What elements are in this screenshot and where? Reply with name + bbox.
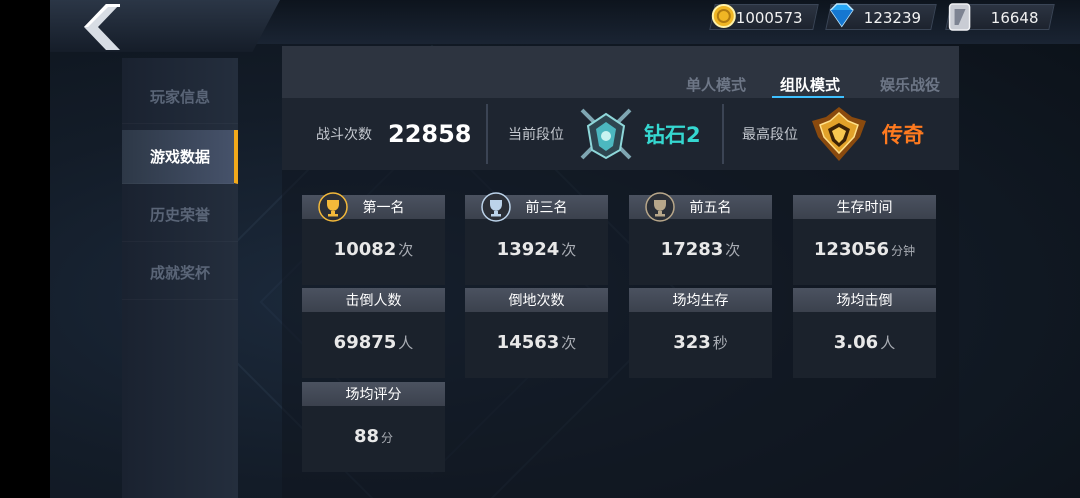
diamond-value: 123239 — [863, 9, 921, 27]
stat-card-downed-count: 倒地次数 14563 次 — [465, 288, 608, 378]
current-rank-label: 当前段位 — [508, 127, 564, 143]
sidebar-item-label: 游戏数据 — [150, 148, 211, 166]
stat-value: 17283 — [660, 239, 724, 260]
stat-value: 88 — [353, 426, 380, 447]
stat-unit: 次 — [561, 241, 577, 259]
stat-unit: 秒 — [712, 334, 728, 352]
current-rank: 当前段位 钻石2 — [508, 98, 701, 170]
battle-count-label: 战斗次数 — [316, 127, 372, 143]
stat-label: 第一名 — [362, 200, 405, 216]
tab-team-mode[interactable]: 组队模式 — [780, 74, 840, 95]
sidebar: 玩家信息 游戏数据 历史荣誉 成就奖杯 — [122, 58, 238, 498]
stat-card-header: 生存时间 — [793, 195, 936, 219]
stat-label: 场均击倒 — [836, 293, 893, 309]
diamond-icon — [825, 1, 859, 35]
stat-value: 3.06 — [833, 332, 879, 353]
gold-coin-value: 1000573 — [735, 9, 803, 27]
sidebar-item-history-honors[interactable]: 历史荣誉 — [122, 188, 238, 242]
diamond-rank-badge-icon — [580, 108, 632, 160]
stat-label: 场均评分 — [345, 387, 402, 403]
current-rank-value: 钻石2 — [644, 123, 701, 147]
stat-unit: 次 — [725, 241, 741, 259]
sidebar-item-game-data[interactable]: 游戏数据 — [122, 130, 238, 184]
sidebar-item-player-info[interactable]: 玩家信息 — [122, 70, 238, 124]
battle-count-value: 22858 — [388, 120, 472, 148]
stat-label: 前三名 — [525, 200, 568, 216]
tab-solo-mode[interactable]: 单人模式 — [686, 74, 746, 95]
highest-rank-value: 传奇 — [882, 123, 924, 147]
gold-coin-icon — [709, 1, 739, 35]
stat-card-header: 倒地次数 — [465, 288, 608, 312]
game-data-panel: 单人模式 组队模式 娱乐战役 战斗次数 22858 当前段位 钻石2 最高段位 — [282, 46, 959, 498]
sidebar-item-achievements[interactable]: 成就奖杯 — [122, 246, 238, 300]
stat-value: 14563 — [496, 332, 560, 353]
stat-value: 10082 — [333, 239, 397, 260]
silver-trophy-icon — [481, 192, 511, 222]
ticket-value: 16648 — [991, 9, 1039, 27]
mode-tabs: 单人模式 组队模式 娱乐战役 — [282, 46, 959, 99]
stat-unit: 人 — [880, 334, 896, 352]
stat-card-avg-knockdowns: 场均击倒 3.06 人 — [793, 288, 936, 378]
stat-card-header: 前五名 — [629, 192, 772, 222]
battle-count: 战斗次数 22858 — [316, 98, 472, 170]
stat-card-knockdowns: 击倒人数 69875 人 — [302, 288, 445, 378]
highest-rank-label: 最高段位 — [742, 127, 798, 143]
stat-value: 13924 — [496, 239, 560, 260]
stat-card-top-three: 前三名 13924 次 — [465, 192, 608, 285]
divider — [486, 104, 488, 164]
stat-value-row: 14563 次 — [465, 332, 608, 353]
stat-value: 69875 — [333, 332, 397, 353]
back-button[interactable] — [80, 2, 126, 52]
stat-value-row: 123056 分钟 — [793, 239, 936, 260]
stat-value-row: 323 秒 — [629, 332, 772, 353]
stat-unit: 分钟 — [891, 244, 916, 258]
legend-rank-badge-icon — [812, 107, 866, 161]
stat-card-header: 场均击倒 — [793, 288, 936, 312]
stat-value-row: 13924 次 — [465, 239, 608, 260]
stat-card-avg-survival: 场均生存 323 秒 — [629, 288, 772, 378]
highest-rank: 最高段位 传奇 — [742, 98, 924, 170]
stat-card-survival-time: 生存时间 123056 分钟 — [793, 195, 936, 285]
ticket-icon — [945, 1, 975, 37]
stat-unit: 分 — [381, 431, 394, 445]
ticket-counter[interactable]: 16648 — [945, 3, 1055, 31]
bronze-trophy-icon — [645, 192, 675, 222]
sidebar-item-label: 历史荣誉 — [150, 206, 211, 224]
stat-card-header: 场均生存 — [629, 288, 772, 312]
stat-label: 前五名 — [689, 200, 732, 216]
gold-trophy-icon — [318, 192, 348, 222]
stat-value-row: 88 分 — [302, 426, 445, 447]
stat-label: 倒地次数 — [508, 293, 565, 309]
stat-card-header: 第一名 — [302, 192, 445, 222]
tab-entertainment-battle[interactable]: 娱乐战役 — [880, 74, 940, 95]
stat-value-row: 17283 次 — [629, 239, 772, 260]
stat-card-header: 场均评分 — [302, 382, 445, 406]
divider — [722, 104, 724, 164]
sidebar-item-label: 成就奖杯 — [150, 264, 211, 282]
stat-card-avg-rating: 场均评分 88 分 — [302, 382, 445, 472]
back-arrow-icon — [84, 4, 120, 50]
stat-card-header: 击倒人数 — [302, 288, 445, 312]
stat-value: 323 — [673, 332, 711, 353]
stat-unit: 次 — [561, 334, 577, 352]
stat-card-header: 前三名 — [465, 192, 608, 222]
stat-unit: 人 — [398, 334, 414, 352]
stat-value: 123056 — [813, 239, 890, 260]
stat-value-row: 10082 次 — [302, 239, 445, 260]
stat-card-top-five: 前五名 17283 次 — [629, 192, 772, 285]
stat-label: 击倒人数 — [345, 293, 402, 309]
sidebar-item-label: 玩家信息 — [150, 88, 211, 106]
stat-value-row: 3.06 人 — [793, 332, 936, 353]
diamond-counter[interactable]: 123239 — [825, 3, 937, 30]
stat-unit: 次 — [398, 241, 414, 259]
stat-card-first-place: 第一名 10082 次 — [302, 192, 445, 285]
gold-coin-counter[interactable]: 1000573 — [709, 4, 819, 30]
stat-label: 场均生存 — [672, 293, 729, 309]
stat-label: 生存时间 — [836, 200, 893, 216]
rank-summary: 战斗次数 22858 当前段位 钻石2 最高段位 传奇 — [282, 98, 959, 170]
stat-value-row: 69875 人 — [302, 332, 445, 353]
